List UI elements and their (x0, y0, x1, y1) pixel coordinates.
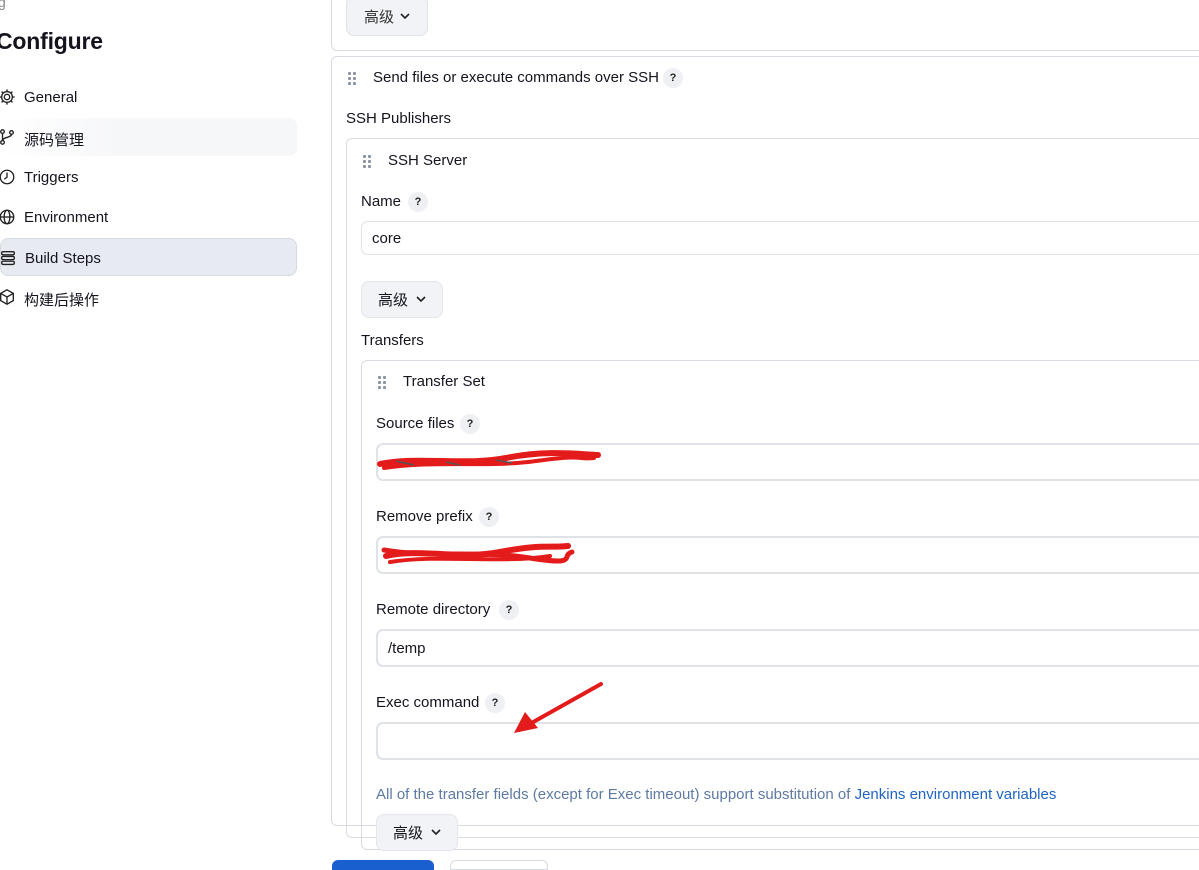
drag-handle-icon[interactable] (378, 376, 388, 390)
source-files-label: Source files (376, 415, 455, 432)
branch-icon (0, 129, 14, 145)
jenkins-env-vars-link[interactable]: Jenkins environment variables (855, 786, 1057, 803)
clock-icon (0, 169, 15, 185)
exec-command-textarea[interactable] (376, 722, 1199, 760)
server-advanced-button[interactable]: 高级 (361, 281, 443, 318)
help-icon[interactable]: ? (485, 693, 505, 713)
redaction-scribble (377, 450, 601, 470)
list-icon (1, 251, 15, 266)
annotation-arrow-icon (514, 682, 603, 733)
sidebar-item-scm[interactable]: 源码管理 (0, 118, 297, 156)
help-icon[interactable]: ? (479, 507, 499, 527)
transfer-set-title: Transfer Set (403, 373, 485, 390)
advanced-button-label: 高级 (377, 292, 408, 309)
sidebar-item-environment[interactable]: Environment (0, 198, 297, 236)
server-name-value: core (372, 229, 402, 247)
gear-icon (0, 89, 15, 105)
ssh-server-title: SSH Server (388, 152, 468, 169)
drag-handle-icon[interactable] (348, 72, 358, 86)
chevron-down-icon (431, 829, 441, 836)
server-name-select[interactable]: core (361, 221, 1199, 255)
sidebar-item-triggers[interactable]: Triggers (0, 158, 297, 196)
advanced-button-label: 高级 (392, 825, 423, 842)
box-icon (0, 289, 14, 305)
previous-step-card (331, 0, 1199, 51)
sidebar-item-general[interactable]: General (0, 78, 297, 116)
help-icon[interactable]: ? (663, 68, 683, 88)
redaction-scribble (381, 543, 575, 564)
help-icon[interactable]: ? (408, 192, 428, 212)
sidebar-item-label: Environment (24, 209, 109, 226)
ssh-step-title: Send files or execute commands over SSH (373, 69, 659, 86)
chevron-down-icon (416, 296, 426, 303)
substitution-hint: All of the transfer fields (except for E… (376, 786, 1056, 803)
previous-advanced-button[interactable]: 高级 (346, 0, 428, 36)
ssh-publishers-label: SSH Publishers (346, 110, 452, 127)
save-button[interactable] (332, 860, 434, 870)
remote-directory-value: /temp (388, 639, 426, 657)
top-icon-fragment: g (0, 0, 6, 10)
remove-prefix-label: Remove prefix (376, 508, 473, 525)
transfers-label: Transfers (361, 332, 424, 349)
sidebar-item-label: General (24, 89, 78, 106)
exec-command-label: Exec command (376, 694, 480, 711)
sidebar-item-label: 源码管理 (24, 132, 85, 149)
remote-directory-input[interactable]: /temp (376, 629, 1199, 667)
sidebar-nav: General 源码管理 Triggers Environment Build … (0, 78, 300, 318)
page-title: Configure (0, 28, 103, 54)
chevron-down-icon (400, 12, 410, 19)
transfer-advanced-button[interactable]: 高级 (376, 814, 458, 851)
drag-handle-icon[interactable] (363, 155, 373, 169)
sidebar-item-label: 构建后操作 (24, 292, 100, 309)
advanced-button-label: 高级 (363, 8, 394, 26)
sidebar-item-label: Triggers (24, 169, 79, 186)
sidebar-item-post-build[interactable]: 构建后操作 (0, 278, 297, 316)
apply-button[interactable] (450, 860, 548, 870)
name-label: Name (361, 193, 402, 210)
globe-icon (0, 209, 15, 225)
remote-directory-label: Remote directory (376, 601, 491, 618)
hint-text: All of the transfer fields (except for E… (376, 786, 855, 803)
help-icon[interactable]: ? (460, 414, 480, 434)
help-icon[interactable]: ? (499, 600, 519, 620)
sidebar-item-build-steps[interactable]: Build Steps (0, 238, 297, 276)
sidebar-item-label: Build Steps (25, 250, 101, 267)
